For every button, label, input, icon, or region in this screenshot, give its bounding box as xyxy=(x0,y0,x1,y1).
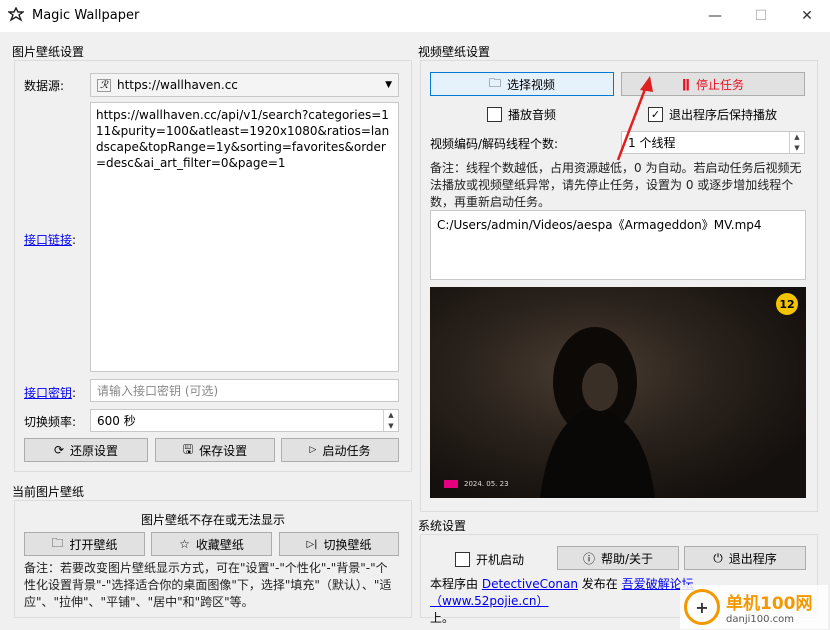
window-title: Magic Wallpaper xyxy=(32,8,140,23)
site-watermark: + 单机100网 danji100.com xyxy=(680,585,828,629)
restore-settings-button[interactable]: ⟳ 还原设置 xyxy=(24,438,148,462)
start-task-button[interactable]: ▷ 启动任务 xyxy=(281,438,399,462)
interval-label: 切换频率: xyxy=(24,415,77,429)
source-dropdown[interactable]: ℛ https://wallhaven.cc ▼ xyxy=(90,73,399,97)
source-value: https://wallhaven.cc xyxy=(116,78,238,92)
autostart-option[interactable]: 开机启动 xyxy=(455,551,524,568)
open-wallpaper-button[interactable]: 🗀 打开壁纸 xyxy=(24,532,145,556)
image-settings-title: 图片壁纸设置 xyxy=(12,45,85,59)
site-domain: danji100.com xyxy=(726,614,794,625)
spin-down-icon[interactable]: ▼ xyxy=(384,421,398,432)
skip-next-icon: ▷| xyxy=(306,538,318,550)
broadcaster-logo-icon xyxy=(444,480,458,488)
close-button[interactable]: ✕ xyxy=(784,0,830,32)
threads-label: 视频编码/解码线程个数: xyxy=(430,137,559,151)
annotation-arrow xyxy=(616,76,653,161)
save-settings-button[interactable]: 🖫 保存设置 xyxy=(155,438,275,462)
title-bar: Magic Wallpaper — ☐ ✕ xyxy=(0,0,830,32)
autostart-checkbox[interactable] xyxy=(455,552,470,567)
spin-up-icon[interactable]: ▲ xyxy=(790,132,804,143)
preview-figure xyxy=(540,327,655,498)
api-link-label: 接口链接: xyxy=(24,233,77,247)
folder-open-icon: 🗀 xyxy=(488,75,501,90)
play-audio-checkbox[interactable] xyxy=(487,107,502,122)
current-wallpaper-title: 当前图片壁纸 xyxy=(12,485,85,499)
site-logo-icon: + xyxy=(684,589,720,625)
exit-program-button[interactable]: ⏻ 退出程序 xyxy=(684,546,806,570)
play-audio-option[interactable]: 播放音频 xyxy=(487,106,556,123)
source-icon: ℛ xyxy=(97,78,111,92)
play-icon: ▷ xyxy=(309,445,317,455)
api-key-link[interactable]: 接口密钥 xyxy=(24,386,72,400)
select-video-button[interactable]: 🗀 选择视频 xyxy=(430,72,614,96)
video-settings-title: 视频壁纸设置 xyxy=(418,45,491,59)
system-settings-title: 系统设置 xyxy=(418,519,467,533)
save-icon: 🖫 xyxy=(182,441,194,456)
api-url-textarea[interactable]: https://wallhaven.cc/api/v1/search?categ… xyxy=(90,102,399,372)
api-key-placeholder: 请输入接口密钥 (可选) xyxy=(97,384,219,398)
video-path-field[interactable]: C:/Users/admin/Videos/aespa《Armageddon》M… xyxy=(430,210,806,280)
switch-wallpaper-button[interactable]: ▷| 切换壁纸 xyxy=(279,532,399,556)
refresh-icon: ⟳ xyxy=(53,443,65,457)
interval-spinner[interactable]: ▲ ▼ xyxy=(383,410,398,431)
star-icon: ☆ xyxy=(179,537,190,551)
api-key-input[interactable]: 请输入接口密钥 (可选) xyxy=(90,379,399,402)
favorite-wallpaper-button[interactable]: ☆ 收藏壁纸 xyxy=(151,532,272,556)
keep-playing-option[interactable]: ✓ 退出程序后保持播放 xyxy=(648,106,777,123)
folder-icon: 🗀 xyxy=(51,535,64,550)
age-rating-badge: 12 xyxy=(776,293,798,315)
video-preview: 12 2024. 05. 23 xyxy=(430,287,806,498)
source-label: 数据源: xyxy=(24,79,65,93)
spin-down-icon[interactable]: ▼ xyxy=(790,143,804,154)
wallpaper-note: 备注：若要改变图片壁纸显示方式，可在"设置"-"个性化"-"背景"-"个性化设置… xyxy=(24,561,392,609)
preview-watermark: 2024. 05. 23 xyxy=(444,480,509,488)
api-key-label: 接口密钥: xyxy=(24,386,77,400)
maximize-button[interactable]: ☐ xyxy=(738,0,784,32)
help-about-button[interactable]: ⓘ 帮助/关于 xyxy=(557,546,679,570)
chevron-down-icon: ▼ xyxy=(385,80,392,90)
author-link[interactable]: DetectiveConan xyxy=(482,577,578,591)
wallpaper-status-text: 图片壁纸不存在或无法显示 xyxy=(140,513,285,527)
power-icon: ⏻ xyxy=(713,550,723,565)
minimize-button[interactable]: — xyxy=(692,0,738,32)
pause-icon: ǁ xyxy=(682,77,690,91)
site-name: 单机100网 xyxy=(726,594,813,614)
interval-value: 600 秒 xyxy=(97,414,136,428)
app-logo-icon xyxy=(8,7,24,22)
threads-spinner[interactable]: ▲ ▼ xyxy=(789,132,804,153)
api-link[interactable]: 接口链接 xyxy=(24,233,72,247)
interval-spinbox[interactable]: 600 秒 ▲ ▼ xyxy=(90,409,399,432)
help-icon: ⓘ xyxy=(582,551,595,566)
spin-up-icon[interactable]: ▲ xyxy=(384,410,398,421)
